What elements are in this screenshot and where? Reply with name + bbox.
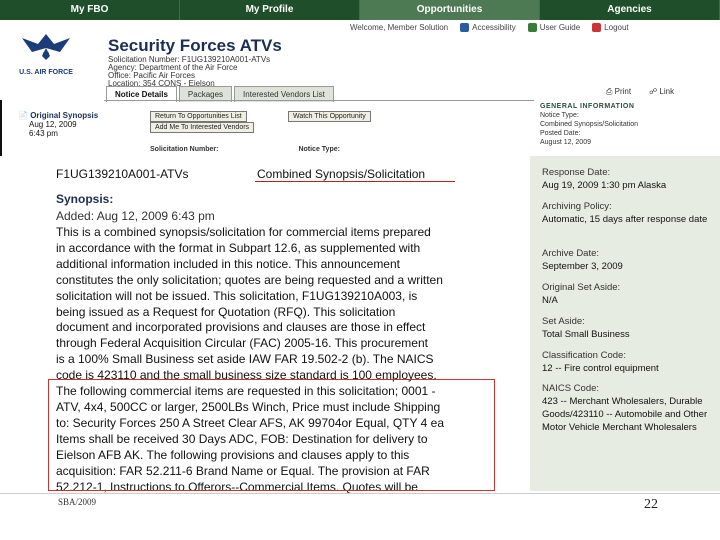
sol-number-label: Solicitation Number: xyxy=(150,146,219,153)
nav-tab-opportunities[interactable]: Opportunities xyxy=(360,0,540,20)
classification-code-label: Classification Code: xyxy=(542,350,626,361)
original-set-aside-value: N/A xyxy=(542,295,558,306)
synopsis-line: document and incorporated provisions and… xyxy=(56,320,426,335)
utility-bar: Welcome, Member Solution Accessibility U… xyxy=(350,23,629,32)
print-link[interactable]: ⎙ Print xyxy=(606,87,631,97)
edge-bar xyxy=(0,100,2,156)
original-synopsis-label: Original Synopsis xyxy=(30,111,99,120)
footer-source: SBA/2009 xyxy=(58,497,97,507)
accessibility-link[interactable]: Accessibility xyxy=(460,23,516,32)
notice-type-value: Combined Synopsis/Solicitation xyxy=(540,121,639,128)
nav-tab-my-fbo[interactable]: My FBO xyxy=(0,0,180,20)
logout-icon xyxy=(592,23,602,32)
link-link[interactable]: ☍ Link xyxy=(649,87,674,97)
posted-label: Posted Date: xyxy=(540,130,581,137)
response-date-group: Response Date: Aug 19, 2009 1:30 pm Alas… xyxy=(542,166,666,192)
notice-type-label: Notice Type: xyxy=(540,112,579,119)
logout-link[interactable]: Logout xyxy=(592,23,629,32)
air-force-logo: U.S. AIR FORCE xyxy=(10,30,82,78)
original-time: 6:43 pm xyxy=(29,129,58,138)
print-label: Print xyxy=(614,87,632,96)
naics-code-value: 423 -- Merchant Wholesalers, Durable Goo… xyxy=(542,396,708,433)
page-number: 22 xyxy=(644,497,658,512)
response-date-label: Response Date: xyxy=(542,167,611,178)
accessibility-icon xyxy=(460,23,470,32)
set-aside-value: Total Small Business xyxy=(542,329,630,340)
set-aside-label: Set Aside: xyxy=(542,316,585,327)
notice-type-underline xyxy=(255,181,455,182)
general-info-top: GENERAL INFORMATION Notice Type: Combine… xyxy=(540,102,638,147)
synopsis-line: being issued as a Request for Quotation … xyxy=(56,304,396,319)
archiving-policy-value: Automatic, 15 days after response date xyxy=(542,214,708,225)
original-set-aside-group: Original Set Aside: N/A xyxy=(542,281,620,307)
return-to-list-button[interactable]: Return To Opportunities List xyxy=(150,111,247,122)
synopsis-line: This is a combined synopsis/solicitation… xyxy=(56,225,431,239)
top-nav: My FBO My Profile Opportunities Agencies xyxy=(0,0,720,20)
tab-divider xyxy=(104,100,534,101)
synopsis-line: constitutes the only solicitation; quote… xyxy=(56,272,443,287)
notice-type-value-main: Combined Synopsis/Solicitation xyxy=(257,167,426,181)
synopsis-line: additional information included in this … xyxy=(56,256,400,271)
watch-opportunity-button[interactable]: Watch This Opportunity xyxy=(288,111,371,122)
naics-code-group: NAICS Code: 423 -- Merchant Wholesalers,… xyxy=(542,382,712,434)
archive-date-label: Archive Date: xyxy=(542,248,600,259)
tools: ⎙ Print ☍ Link xyxy=(606,87,674,97)
help-icon xyxy=(527,23,537,32)
solicitation-number-value: F1UG139210A001-ATVs xyxy=(56,167,189,181)
classification-code-value: 12 -- Fire control equipment xyxy=(542,363,659,374)
field-labels: Solicitation Number: Notice Type: xyxy=(150,146,340,153)
naics-code-label: NAICS Code: xyxy=(542,383,600,394)
synopsis-added: Added: Aug 12, 2009 6:43 pm xyxy=(56,209,215,223)
synopsis-line: solicitation will not be issued. This so… xyxy=(56,288,418,303)
posted-value: August 12, 2009 xyxy=(540,139,591,146)
logout-label: Logout xyxy=(604,23,629,32)
general-info-heading: GENERAL INFORMATION xyxy=(540,103,635,110)
classification-code-group: Classification Code: 12 -- Fire control … xyxy=(542,349,659,375)
add-interested-vendor-button[interactable]: Add Me To Interested Vendors xyxy=(150,122,255,133)
archive-date-group: Archive Date: September 3, 2009 xyxy=(542,247,623,273)
archiving-policy-group: Archiving Policy: Automatic, 15 days aft… xyxy=(542,200,717,226)
original-date: Aug 12, 2009 xyxy=(29,120,77,129)
synopsis-line: through Federal Acquisition Circular (FA… xyxy=(56,336,428,351)
user-guide-link[interactable]: User Guide xyxy=(527,23,581,32)
nav-tab-agencies[interactable]: Agencies xyxy=(540,0,720,20)
set-aside-group: Set Aside: Total Small Business xyxy=(542,315,630,341)
highlight-box xyxy=(48,379,495,491)
synopsis-heading: Synopsis: xyxy=(56,192,114,206)
logo-text: U.S. AIR FORCE xyxy=(19,69,73,76)
synopsis-line: in accordance with the format in Subpart… xyxy=(56,240,421,255)
welcome-text: Welcome, Member Solution xyxy=(350,23,449,32)
link-label: Link xyxy=(659,87,675,96)
document-icon: 📄 xyxy=(18,111,28,120)
archiving-policy-label: Archiving Policy: xyxy=(542,201,612,212)
accessibility-label: Accessibility xyxy=(472,23,516,32)
original-set-aside-label: Original Set Aside: xyxy=(542,282,621,293)
page-title: Security Forces ATVs xyxy=(108,36,282,55)
header-meta: Solicitation Number: F1UG139210A001-ATVs… xyxy=(108,56,270,88)
synopsis-line: is a 100% Small Business set aside IAW F… xyxy=(56,352,434,367)
nav-tab-my-profile[interactable]: My Profile xyxy=(180,0,360,20)
user-guide-label: User Guide xyxy=(539,23,581,32)
notice-type-label-main: Notice Type: xyxy=(298,146,340,153)
footer-divider xyxy=(0,493,720,494)
response-date-value: Aug 19, 2009 1:30 pm Alaska xyxy=(542,180,667,191)
archive-date-value: September 3, 2009 xyxy=(542,261,623,272)
original-synopsis[interactable]: 📄 Original Synopsis Aug 12, 2009 6:43 pm xyxy=(18,111,98,138)
